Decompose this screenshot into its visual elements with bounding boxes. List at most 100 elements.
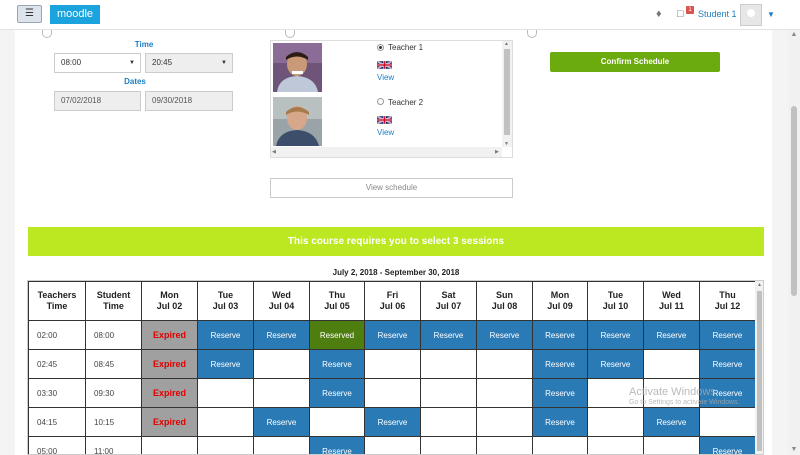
empty-slot	[420, 407, 477, 437]
reserve-slot-button[interactable]: Reserve	[476, 320, 533, 350]
site-brand[interactable]: moodle	[50, 5, 100, 24]
empty-slot	[197, 407, 254, 437]
student-time-cell: 08:00	[85, 320, 142, 350]
reserve-slot-button[interactable]: Reserve	[643, 320, 700, 350]
reserve-slot-button[interactable]: Reserve	[532, 407, 588, 437]
col-day-0: Mon Jul 02	[141, 281, 198, 321]
teacher-list-hscroll[interactable]	[271, 147, 502, 157]
scroll-left-arrow-icon[interactable]: ◀	[272, 149, 276, 155]
time-from-value: 08:00	[61, 58, 82, 67]
reserve-slot-button[interactable]: Reserve	[364, 320, 421, 350]
col-day-8: Tue Jul 10	[587, 281, 644, 321]
scroll-down-arrow-icon[interactable]: ▼	[790, 446, 798, 453]
time-from-select[interactable]: 08:00 ▼	[54, 53, 141, 73]
reserve-slot-button[interactable]: Reserve	[364, 407, 421, 437]
reserve-slot-button[interactable]: Reserve	[197, 320, 254, 350]
scroll-up-arrow-icon[interactable]: ▲	[504, 41, 509, 47]
table-row: 02:00 08:00 Expired Reserve Reserve Reserved R…	[28, 320, 756, 350]
reserve-slot-button[interactable]: Reserve	[587, 349, 644, 379]
confirm-schedule-button[interactable]: Confirm Schedule	[550, 52, 720, 72]
col-day-9: Wed Jul 11	[643, 281, 700, 321]
empty-slot	[364, 378, 421, 408]
empty-slot	[420, 349, 477, 379]
reserve-slot-button[interactable]: Reserve	[587, 320, 644, 350]
teacher-1-name: Teacher 1	[388, 43, 424, 52]
empty-slot	[420, 436, 477, 454]
reserve-slot-button[interactable]: Reserve	[197, 349, 254, 379]
teacher-2-view-link[interactable]: View	[377, 128, 394, 137]
teacher-2-photo	[273, 97, 322, 146]
col-day-5: Sat Jul 07	[420, 281, 477, 321]
reserve-slot-button[interactable]: Reserve	[699, 320, 756, 350]
watermark-title: Activate Windows	[629, 386, 716, 398]
teacher-time-cell: 04:15	[28, 407, 86, 437]
teacher-list-vthumb[interactable]	[504, 49, 510, 135]
scroll-down-arrow-icon[interactable]: ▼	[504, 141, 509, 147]
teacher-1-view-link[interactable]: View	[377, 73, 394, 82]
table-row: 04:15 10:15 Expired Reserve Reserve Reserve Re…	[28, 407, 756, 437]
schedule-header-row: Teachers Time Student Time Mon Jul 02 Tue Jul 0…	[28, 281, 756, 321]
reserve-slot-button[interactable]: Reserve	[699, 349, 756, 379]
user-avatar[interactable]	[740, 4, 762, 26]
teacher-2-radio[interactable]	[377, 98, 384, 105]
time-to-select[interactable]: 20:45 ▼	[145, 53, 233, 73]
user-menu-caret-icon[interactable]: ▼	[767, 10, 775, 19]
reserve-slot-button[interactable]: Reserve	[309, 378, 365, 408]
reserve-slot-button[interactable]: Reserve	[699, 436, 756, 454]
reserve-slot-button[interactable]: Reserve	[643, 407, 700, 437]
empty-slot	[476, 378, 533, 408]
messages-count-badge: 1	[686, 6, 694, 14]
schedule-vscroll[interactable]	[755, 281, 763, 454]
teacher-time-cell: 03:30	[28, 378, 86, 408]
reserve-slot-button[interactable]: Reserve	[253, 320, 310, 350]
col-day-3: Thu Jul 05	[309, 281, 365, 321]
schedule-vthumb[interactable]	[757, 291, 762, 451]
dates-label: Dates	[124, 77, 146, 86]
col-day-10: Thu Jul 12	[699, 281, 756, 321]
reserve-slot-button[interactable]: Reserve	[309, 349, 365, 379]
session-requirement-notice: This course requires you to select 3 ses…	[28, 227, 764, 256]
col-day-4: Fri Jul 06	[364, 281, 421, 321]
page-scroll-thumb[interactable]	[791, 106, 797, 296]
col-day-6: Sun Jul 08	[476, 281, 533, 321]
scroll-up-arrow-icon[interactable]: ▲	[790, 31, 798, 38]
notifications-icon[interactable]: ♦	[656, 8, 662, 20]
reserve-slot-button[interactable]: Reserve	[309, 436, 365, 454]
user-menu-name[interactable]: Student 1	[698, 9, 737, 19]
date-to-field[interactable]: 09/30/2018	[145, 91, 233, 111]
schedule-container: Teachers Time Student Time Mon Jul 02 Tue Jul 0…	[27, 280, 764, 455]
reserve-slot-button[interactable]: Reserve	[532, 349, 588, 379]
empty-slot	[643, 436, 700, 454]
watermark-subtitle: Go to Settings to activate Windows.	[629, 399, 740, 406]
messages-icon[interactable]: □	[677, 8, 684, 20]
teacher-time-cell: 05:00	[28, 436, 86, 454]
empty-slot	[364, 349, 421, 379]
reserve-slot-button[interactable]: Reserve	[253, 407, 310, 437]
teacher-time-cell: 02:45	[28, 349, 86, 379]
menu-toggle-button[interactable]: ☰	[17, 5, 42, 23]
scroll-right-arrow-icon[interactable]: ▶	[495, 149, 499, 155]
reserve-slot-button[interactable]: Reserve	[532, 378, 588, 408]
expired-slot: Expired	[141, 378, 198, 408]
empty-slot	[532, 436, 588, 454]
scroll-up-arrow-icon[interactable]: ▲	[757, 282, 762, 288]
col-day-2: Wed Jul 04	[253, 281, 310, 321]
empty-slot	[643, 349, 700, 379]
empty-slot	[476, 407, 533, 437]
chevron-down-icon: ▼	[129, 60, 135, 66]
top-navbar: ☰ moodle ♦ □ 1 Student 1 ▼	[0, 0, 800, 30]
reserve-slot-button[interactable]: Reserve	[532, 320, 588, 350]
teacher-list-vscroll[interactable]	[502, 41, 512, 147]
reserved-slot[interactable]: Reserved	[309, 320, 365, 350]
empty-slot	[253, 349, 310, 379]
reserve-slot-button[interactable]: Reserve	[420, 320, 477, 350]
schedule-date-range: July 2, 2018 - September 30, 2018	[332, 268, 460, 277]
student-time-cell: 11:00	[85, 436, 142, 454]
view-schedule-button[interactable]: View schedule	[270, 178, 513, 198]
empty-slot	[476, 436, 533, 454]
date-from-field[interactable]: 07/02/2018	[54, 91, 141, 111]
teacher-1-radio[interactable]	[377, 44, 384, 51]
teacher-2-name: Teacher 2	[388, 98, 424, 107]
time-to-value: 20:45	[152, 58, 173, 67]
chevron-down-icon: ▼	[221, 60, 227, 66]
